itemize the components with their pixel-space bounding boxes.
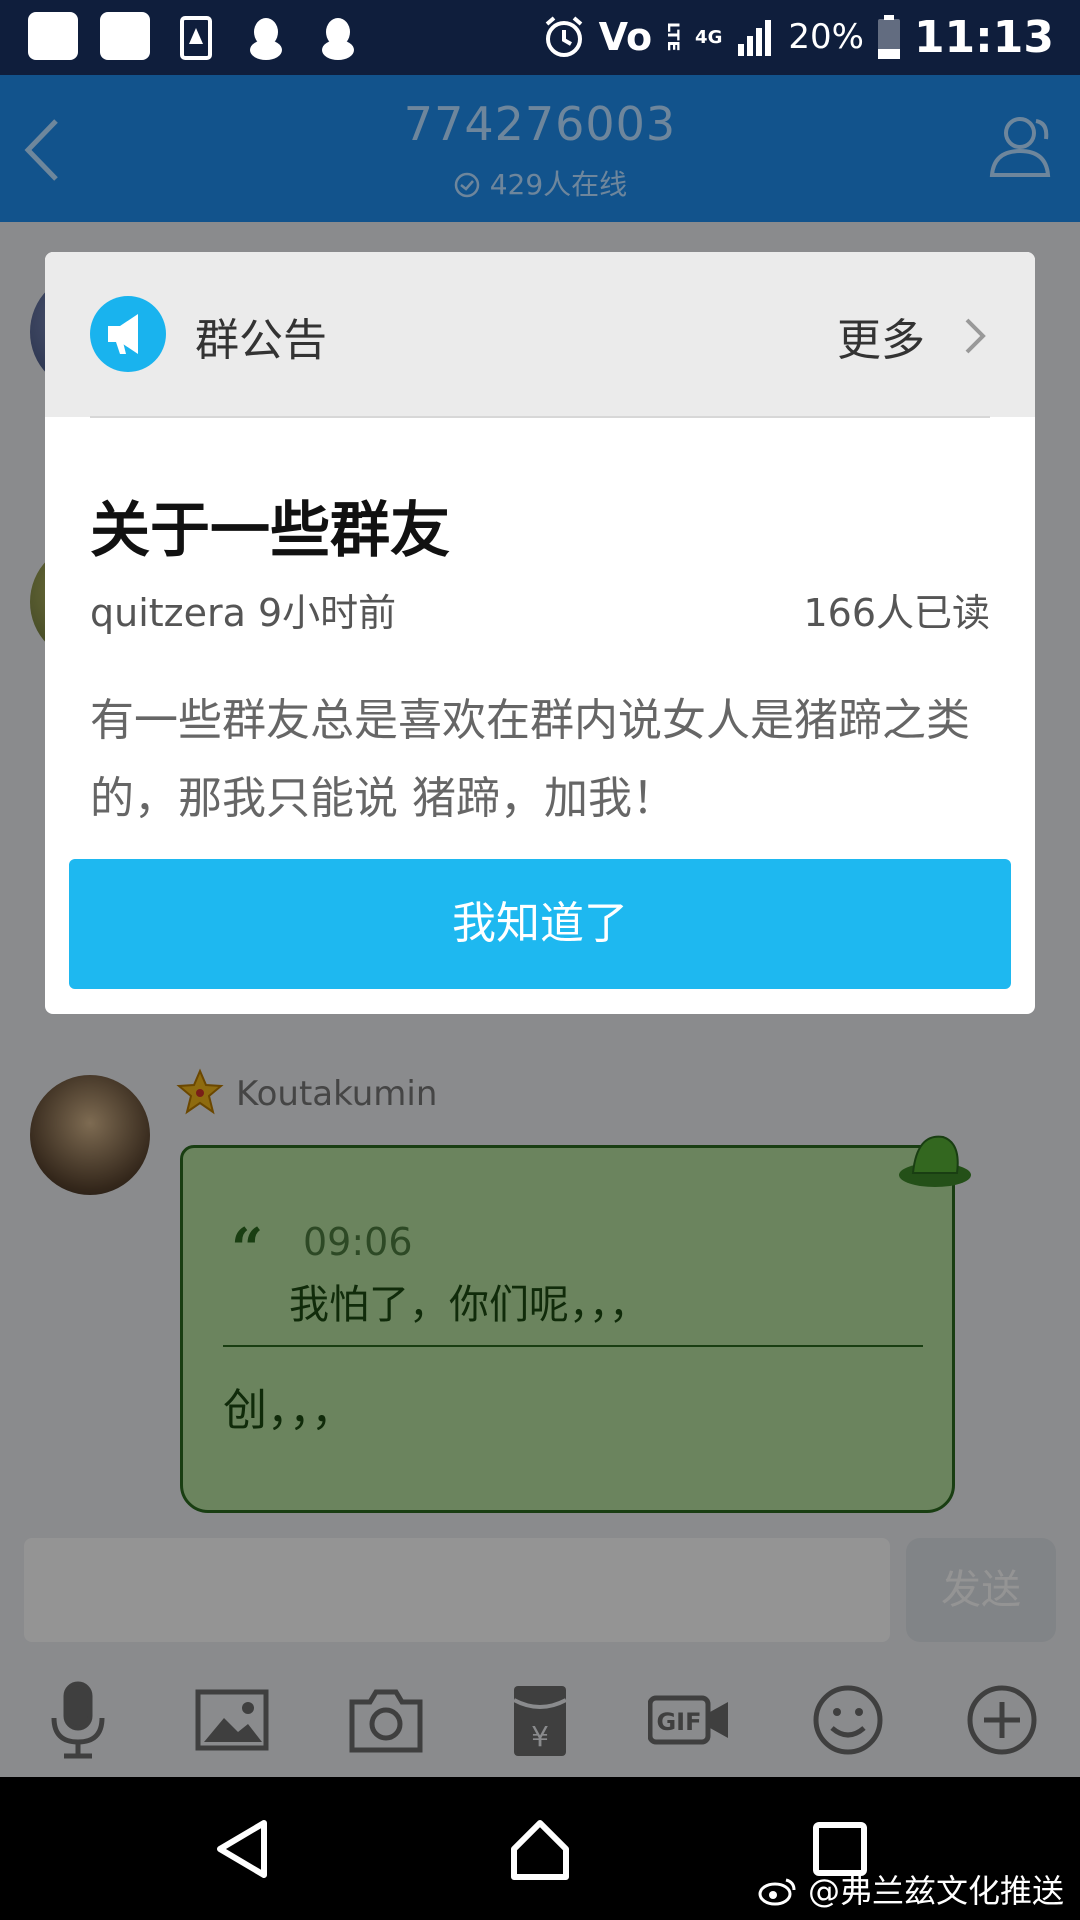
battery-percent: 20%: [788, 17, 864, 57]
navigation-bar: @弗兰兹文化推送: [0, 1777, 1080, 1920]
status-bar: Vo LTE 4G 20% 11:13: [0, 0, 1080, 75]
qq-penguin-icon: [250, 18, 282, 60]
announcement-dialog: 群公告 更多 关于一些群友 quitzera 9小时前 166人已读 有一些群友…: [45, 252, 1035, 1014]
qq-penguin-icon: [322, 18, 354, 60]
weibo-icon: [758, 1878, 796, 1906]
more-link[interactable]: 更多: [837, 304, 925, 368]
network-4g-label: 4G: [695, 26, 723, 48]
volte-label: Vo: [598, 15, 653, 59]
notification-icon: [28, 12, 78, 60]
megaphone-icon: [90, 296, 166, 372]
signal-icon: [738, 20, 772, 56]
watermark: @弗兰兹文化推送: [758, 1866, 1064, 1912]
lte-label: LTE: [664, 22, 684, 52]
notification-icon: [100, 12, 150, 60]
notice-author-time: quitzera 9小时前: [90, 591, 397, 635]
confirm-button[interactable]: 我知道了: [69, 859, 1011, 989]
notice-title: 关于一些群友: [90, 496, 450, 566]
title-bar: 774276003 429人在线: [0, 75, 1080, 222]
announcement-header-label: 群公告: [195, 315, 327, 366]
notice-read-count: 166人已读: [803, 591, 990, 635]
watermark-text: @弗兰兹文化推送: [807, 1872, 1064, 1910]
warning-icon: [180, 16, 212, 60]
battery-icon: [877, 15, 900, 59]
divider: [90, 416, 990, 418]
chevron-right-icon[interactable]: [953, 314, 993, 358]
nav-home-icon[interactable]: [506, 1815, 574, 1883]
announcement-header[interactable]: 群公告 更多: [45, 252, 1035, 417]
notice-body: 有一些群友总是喜欢在群内说女人是猪蹄之类的，那我只能说 猪蹄，加我！: [90, 695, 970, 824]
nav-back-icon[interactable]: [208, 1815, 276, 1883]
clock: 11:13: [913, 11, 1054, 63]
alarm-icon: [545, 16, 582, 57]
